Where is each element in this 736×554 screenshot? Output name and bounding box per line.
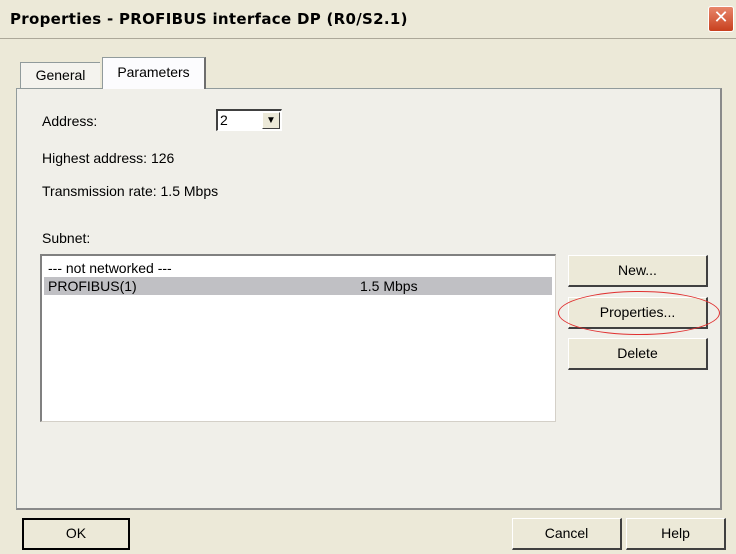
highest-address-text: Highest address: 126	[42, 150, 175, 166]
chevron-down-icon[interactable]: ▼	[262, 112, 280, 129]
subnet-list[interactable]: --- not networked --- PROFIBUS(1) 1.5 Mb…	[40, 254, 556, 422]
window-title: Properties - PROFIBUS interface DP (R0/S…	[10, 10, 408, 28]
address-value: 2	[220, 112, 228, 128]
tab-general[interactable]: General	[20, 62, 100, 88]
list-item[interactable]: --- not networked ---	[44, 259, 552, 277]
title-divider	[0, 38, 736, 39]
subnet-properties-button[interactable]: Properties...	[568, 297, 708, 329]
subnet-name: PROFIBUS(1)	[48, 278, 137, 294]
transmission-rate-text: Transmission rate: 1.5 Mbps	[42, 183, 219, 199]
address-select[interactable]: 2 ▼	[216, 109, 282, 131]
subnet-name: --- not networked ---	[48, 260, 172, 276]
new-subnet-button[interactable]: New...	[568, 255, 708, 287]
delete-subnet-button[interactable]: Delete	[568, 338, 708, 370]
help-button[interactable]: Help	[626, 518, 726, 550]
subnet-rate: 1.5 Mbps	[360, 278, 418, 294]
list-item[interactable]: PROFIBUS(1) 1.5 Mbps	[44, 277, 552, 295]
close-icon[interactable]: ✕	[708, 6, 734, 32]
address-label: Address:	[42, 113, 98, 129]
cancel-button[interactable]: Cancel	[512, 518, 622, 550]
ok-button[interactable]: OK	[22, 518, 130, 550]
tab-parameters[interactable]: Parameters	[102, 57, 206, 89]
title-bar: Properties - PROFIBUS interface DP (R0/S…	[0, 0, 736, 38]
subnet-label: Subnet:	[42, 230, 91, 246]
